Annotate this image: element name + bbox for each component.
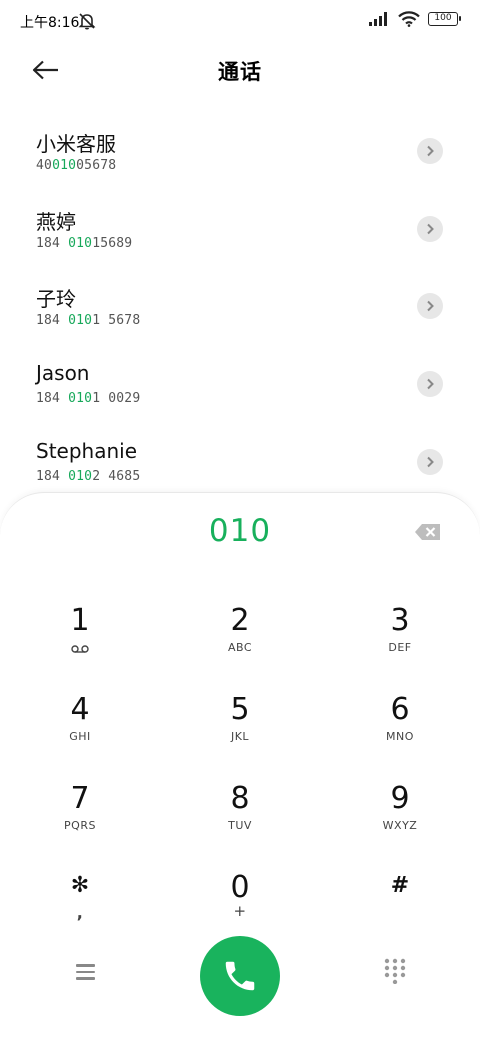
- contact-number: 184 0101 0029: [36, 391, 141, 407]
- key-1[interactable]: 1: [10, 603, 150, 683]
- phone-icon: [225, 961, 255, 991]
- contact-detail-button[interactable]: [417, 448, 443, 475]
- status-bar: 上午8:16 100: [0, 0, 480, 42]
- list-item[interactable]: 燕婷 184 01015689: [0, 198, 480, 276]
- contact-detail-button[interactable]: [417, 215, 443, 242]
- key-4[interactable]: 4 GHI: [10, 692, 150, 772]
- backspace-icon: [415, 524, 440, 540]
- menu-icon: [75, 964, 95, 967]
- contact-detail-button[interactable]: [417, 138, 443, 164]
- key-9[interactable]: 9 WXYZ: [330, 781, 470, 861]
- contact-number: 184 0101 5678: [36, 313, 141, 329]
- call-button[interactable]: [200, 936, 280, 1016]
- status-icons: 100: [368, 11, 461, 27]
- bell-off-icon: [78, 13, 96, 30]
- contact-detail-button[interactable]: [417, 371, 443, 398]
- page-title: 通话: [218, 60, 262, 84]
- dialpad-icon[interactable]: [382, 958, 408, 984]
- backspace-button[interactable]: [414, 522, 442, 542]
- key-8[interactable]: 8 TUV: [170, 781, 310, 861]
- chevron-right-icon: [427, 456, 434, 467]
- contact-name: 小米客服: [36, 132, 116, 156]
- chevron-right-icon: [427, 301, 434, 312]
- menu-button[interactable]: [70, 959, 100, 985]
- contact-list: 小米客服 4001005678 燕婷 184 01015689 子玲 184 0…: [0, 120, 480, 508]
- battery-indicator: 100: [428, 12, 461, 26]
- list-item[interactable]: 子玲 184 0101 5678: [0, 275, 480, 353]
- chevron-right-icon: [427, 378, 434, 390]
- signal-icon: [369, 12, 387, 26]
- header: 通话: [0, 42, 480, 98]
- key-3[interactable]: 3 DEF: [330, 603, 470, 683]
- contact-number: 4001005678: [36, 158, 117, 173]
- voicemail-icon: [71, 645, 89, 653]
- contact-number: 184 01015689: [36, 235, 133, 251]
- wifi-icon: [398, 11, 420, 27]
- list-item[interactable]: Jason 184 0101 0029: [0, 353, 480, 431]
- dialed-number: 010: [208, 513, 272, 549]
- chevron-right-icon: [427, 145, 434, 157]
- contact-name: 燕婷: [36, 209, 76, 234]
- dial-panel: 010 1 2 ABC 3 DEF 4 GHI 5 JKL 6 MNO 7 PQ…: [0, 492, 480, 1040]
- key-2[interactable]: 2 ABC: [170, 603, 310, 683]
- key-7[interactable]: 7 PQRS: [10, 781, 150, 861]
- contact-name: 子玲: [36, 287, 76, 312]
- dialer-bottom-bar: [0, 933, 480, 1023]
- contact-detail-button[interactable]: [417, 293, 443, 320]
- key-6[interactable]: 6 MNO: [330, 692, 470, 772]
- status-time: 上午8:16: [20, 15, 80, 31]
- list-item[interactable]: 小米客服 4001005678: [0, 120, 480, 198]
- contact-name: Stephanie: [36, 438, 138, 463]
- chevron-right-icon: [427, 223, 434, 234]
- key-5[interactable]: 5 JKL: [170, 692, 310, 772]
- contact-number: 184 0102 4685: [36, 468, 141, 484]
- contact-name: Jason: [36, 361, 90, 386]
